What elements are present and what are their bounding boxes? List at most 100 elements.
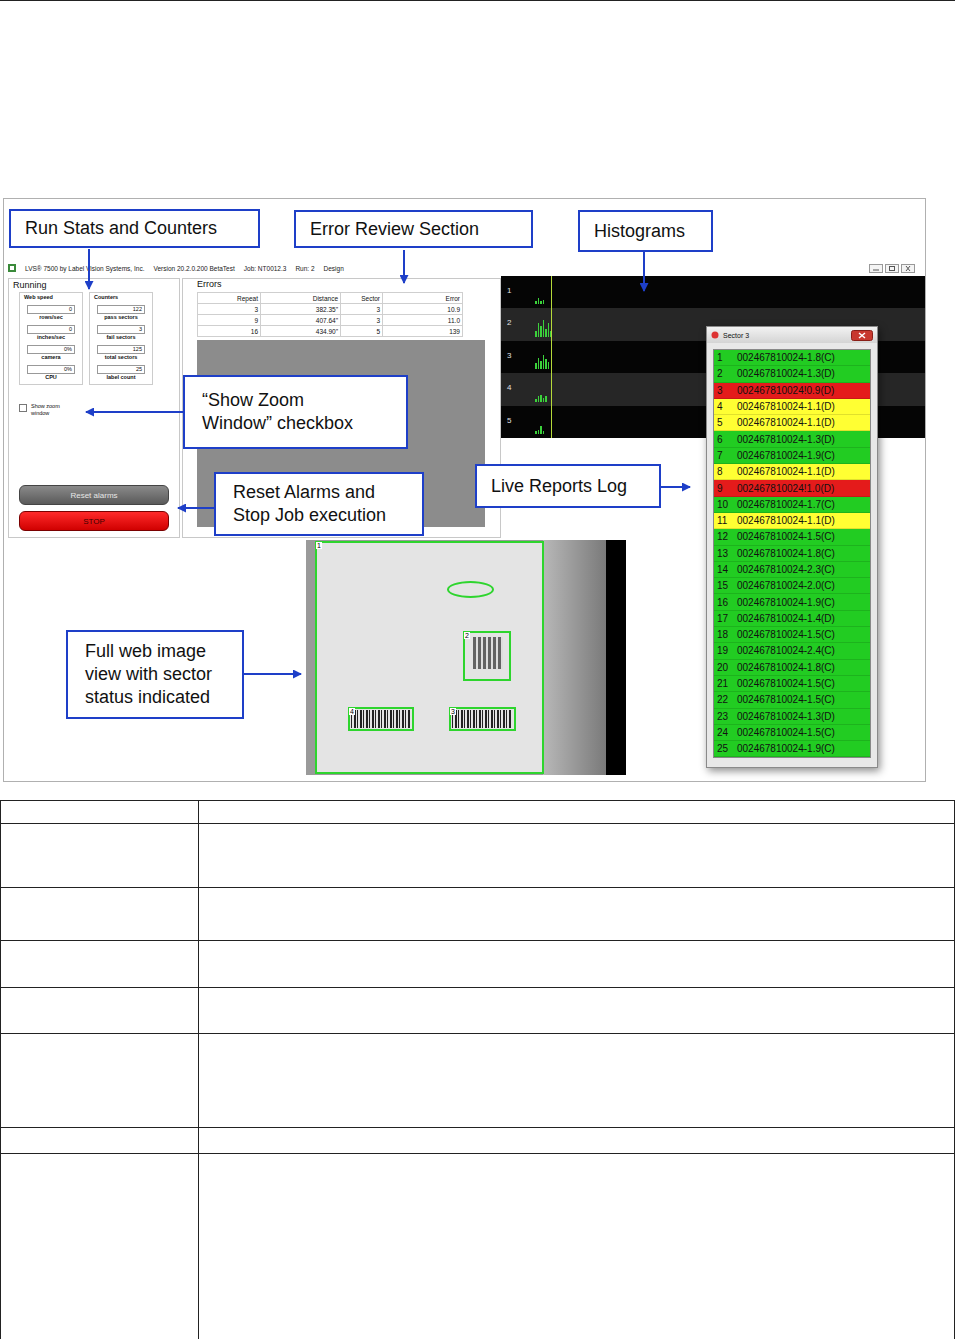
arrow-icon — [403, 250, 405, 283]
report-index: 11 — [714, 515, 735, 526]
report-row[interactable]: 9 002467810024!1.0(D) — [714, 480, 870, 496]
report-text: 002467810024-1.8(C) — [735, 662, 835, 673]
histogram-bar — [538, 430, 540, 434]
report-text: 002467810024-1.5(C) — [735, 694, 835, 705]
report-row[interactable]: 6 002467810024-1.3(D) — [714, 431, 870, 447]
report-row[interactable]: 15 002467810024-2.0(C) — [714, 578, 870, 594]
report-row[interactable]: 4 002467810024-1.1(D) — [714, 399, 870, 415]
reset-button[interactable]: Reset alarms — [19, 485, 169, 505]
stat-label: fail sectors — [106, 334, 135, 341]
close-icon[interactable] — [851, 330, 873, 341]
histogram-bar — [543, 355, 545, 369]
panel-title: Running — [13, 280, 175, 291]
report-row[interactable]: 7 002467810024-1.9(C) — [714, 448, 870, 464]
report-row[interactable]: 2 002467810024-1.3(D) — [714, 366, 870, 382]
stat-field: 0 inches/sec — [27, 325, 75, 341]
report-row[interactable]: 16 002467810024-1.9(C) — [714, 594, 870, 610]
histogram-bar — [540, 361, 542, 369]
title-text: Job: NT0012.3 — [244, 265, 287, 272]
table-cell: 407.64" — [261, 315, 341, 326]
stat-field: 0 rows/sec — [27, 305, 75, 321]
callout-text: Full web image — [85, 640, 228, 663]
stat-value: 122 — [97, 305, 145, 314]
stat-label: label count — [106, 374, 135, 381]
histogram-label: 3 — [507, 351, 511, 360]
report-row[interactable]: 8 002467810024-1.1(D) — [714, 464, 870, 480]
report-row[interactable]: 5 002467810024-1.1(D) — [714, 415, 870, 431]
report-row[interactable]: 20 002467810024-1.8(C) — [714, 660, 870, 676]
table-cell — [199, 988, 955, 1034]
histogram-bar — [535, 331, 537, 337]
report-row[interactable]: 17 002467810024-1.4(D) — [714, 611, 870, 627]
close-icon[interactable] — [901, 264, 915, 273]
sector-box[interactable]: 2 — [463, 631, 511, 681]
report-text: 002467810024-2.3(C) — [735, 564, 835, 575]
minimize-icon[interactable] — [869, 264, 883, 273]
error-row[interactable]: 3382.35"310.9 — [198, 304, 463, 315]
show-zoom-checkbox[interactable]: Show zoom window — [13, 403, 175, 417]
report-row[interactable]: 3 002467810024!0.9(D) — [714, 383, 870, 399]
sector-window-titlebar[interactable]: Sector 3 — [707, 327, 877, 343]
report-row[interactable]: 14 002467810024-2.3(C) — [714, 562, 870, 578]
report-row[interactable]: 25 002467810024-1.9(C) — [714, 741, 870, 757]
report-row[interactable]: 10 002467810024-1.7(C) — [714, 497, 870, 513]
web-stripe — [543, 540, 606, 775]
histogram-bar — [543, 300, 545, 304]
stat-field: 3 fail sectors — [97, 325, 145, 341]
column-header[interactable]: Error — [383, 293, 463, 304]
error-row[interactable]: 16434.90"5139 — [198, 326, 463, 337]
histogram-bar — [538, 358, 540, 369]
report-text: 002467810024-1.3(D) — [735, 711, 835, 722]
app-logo-icon — [711, 331, 719, 339]
report-index: 5 — [714, 417, 735, 428]
sector-box[interactable] — [447, 581, 494, 598]
histogram-bar — [540, 426, 542, 434]
arrow-icon — [244, 673, 301, 675]
table-row — [1, 1034, 955, 1128]
report-index: 10 — [714, 499, 735, 510]
histogram-bar — [540, 326, 542, 337]
callout-box: Reset Alarms andStop Job execution — [214, 472, 424, 536]
table-cell: 3 — [198, 304, 261, 315]
datamatrix-image — [473, 637, 503, 669]
histogram-bar — [535, 431, 537, 434]
report-index: 18 — [714, 629, 735, 640]
error-row[interactable]: 9407.64"311.0 — [198, 315, 463, 326]
stats-group: Web speed 0 rows/sec0 inches/sec0% camer… — [19, 292, 83, 385]
report-row[interactable]: 13 002467810024-1.8(C) — [714, 546, 870, 562]
report-text: 002467810024-1.3(D) — [735, 368, 835, 379]
report-row[interactable]: 21 002467810024-1.5(C) — [714, 676, 870, 692]
sector-window[interactable]: Sector 3 1 002467810024-1.8(C)2 00246781… — [706, 326, 878, 768]
report-index: 17 — [714, 613, 735, 624]
maximize-icon[interactable] — [885, 264, 899, 273]
report-row[interactable]: 23 002467810024-1.3(D) — [714, 709, 870, 725]
histogram-bar — [545, 359, 547, 369]
report-row[interactable]: 11 002467810024-1.1(D) — [714, 513, 870, 529]
column-header[interactable]: Distance — [261, 293, 341, 304]
checkbox-box[interactable] — [19, 404, 27, 412]
callout-box: Full web imageview with sectorstatus ind… — [66, 630, 244, 719]
report-row[interactable]: 12 002467810024-1.5(C) — [714, 529, 870, 545]
table-cell: 139 — [383, 326, 463, 337]
arrow-icon — [178, 507, 214, 509]
callout-text: Run Stats and Counters — [25, 217, 244, 240]
table-row — [1, 801, 955, 824]
stat-field: 125 total sectors — [97, 345, 145, 361]
report-row[interactable]: 1 002467810024-1.8(C) — [714, 350, 870, 366]
stop-button[interactable]: STOP — [19, 511, 169, 531]
column-header[interactable]: Sector — [341, 293, 383, 304]
stat-label: camera — [41, 354, 60, 361]
table-cell: 434.90" — [261, 326, 341, 337]
report-row[interactable]: 19 002467810024-2.4(C) — [714, 643, 870, 659]
window-controls — [869, 264, 915, 273]
column-header[interactable]: Repeat — [198, 293, 261, 304]
report-text: 002467810024-1.1(D) — [735, 515, 835, 526]
report-row[interactable]: 24 002467810024-1.5(C) — [714, 725, 870, 741]
histogram-bar — [543, 320, 545, 337]
sector-box[interactable]: 4 — [348, 707, 414, 731]
report-row[interactable]: 18 002467810024-1.5(C) — [714, 627, 870, 643]
report-text: 002467810024-1.7(C) — [735, 499, 835, 510]
report-row[interactable]: 22 002467810024-1.5(C) — [714, 692, 870, 708]
sector-box[interactable]: 3 — [449, 707, 516, 731]
callout-text: Histograms — [594, 220, 697, 243]
